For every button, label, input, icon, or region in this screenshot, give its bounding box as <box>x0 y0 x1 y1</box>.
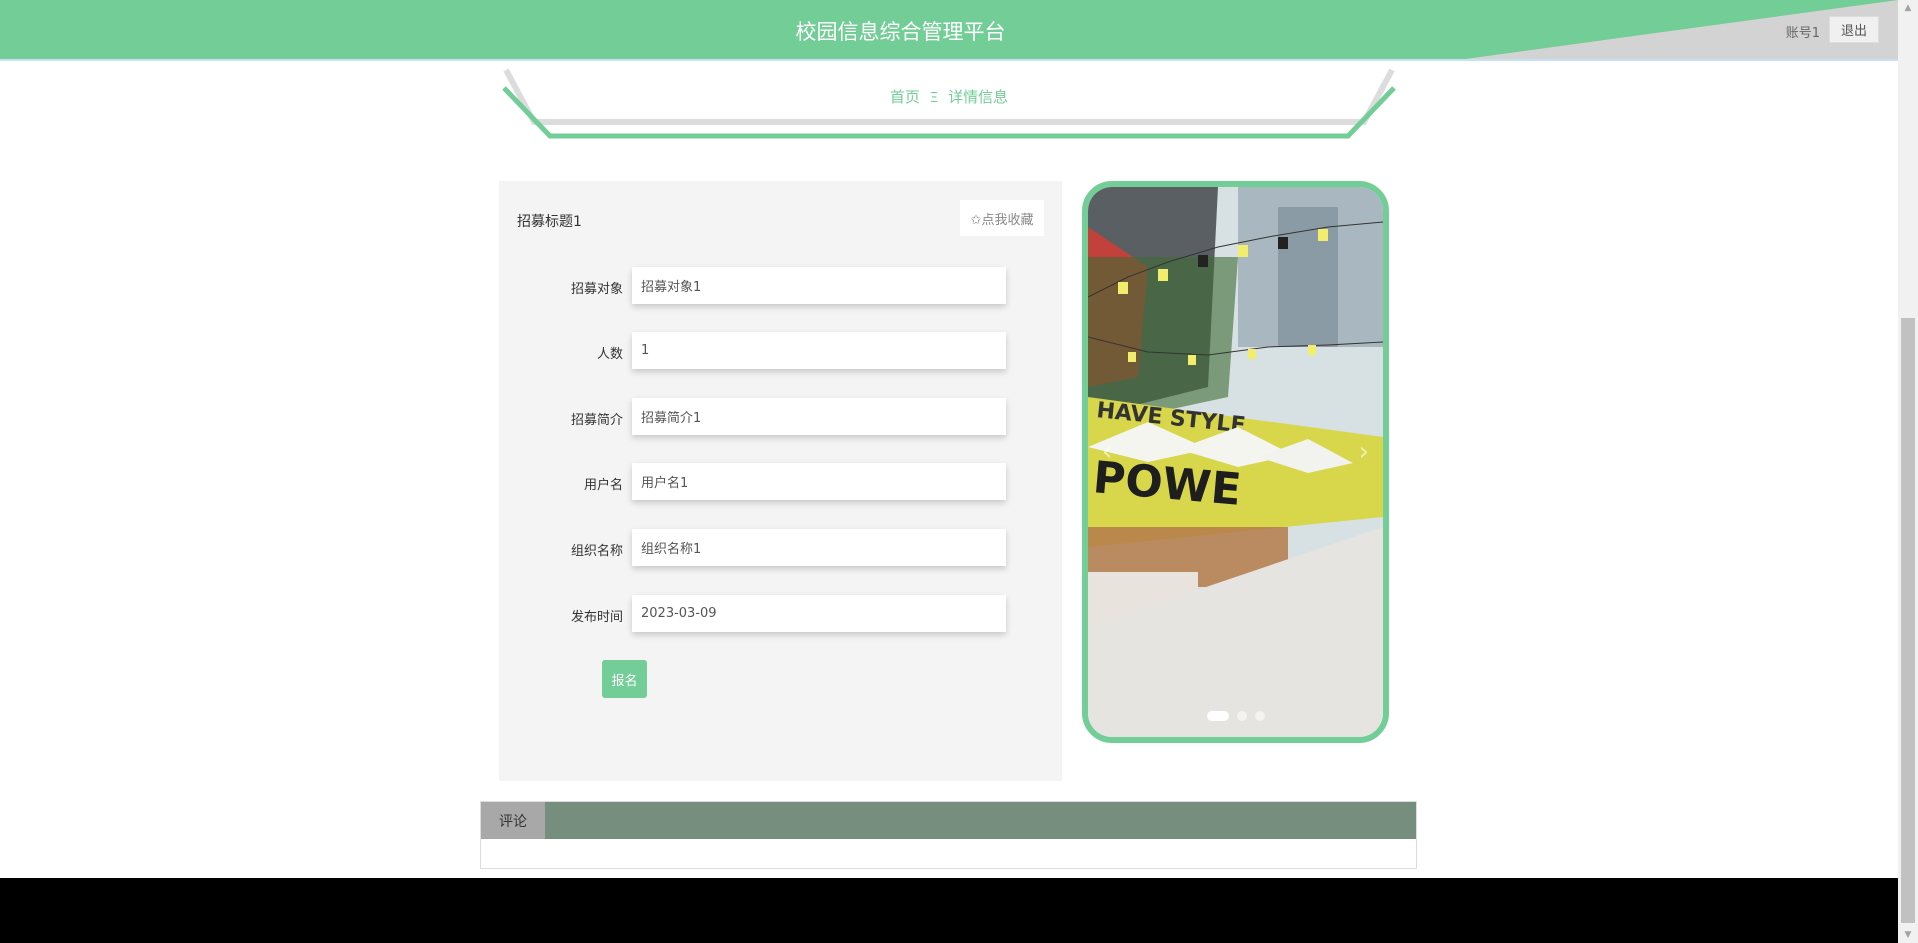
logout-button[interactable]: 退出 <box>1829 16 1879 43</box>
tab-comments[interactable]: 评论 <box>481 802 545 839</box>
scroll-down-icon[interactable]: ▼ <box>1898 927 1918 943</box>
carousel-photo: HAVE STYLE POWE <box>1088 187 1383 737</box>
field-label: 人数 <box>596 347 623 362</box>
field-username: 用户名 用户名1 <box>499 463 1009 500</box>
page-footer <box>0 878 1898 943</box>
field-org: 组织名称 组织名称1 <box>499 529 1009 566</box>
field-value[interactable]: 招募对象1 <box>632 267 1006 304</box>
carousel-dot[interactable] <box>1206 711 1229 721</box>
breadcrumb: 首页 Ξ 详情信息 <box>498 86 1400 107</box>
carousel-dot[interactable] <box>1254 711 1265 721</box>
field-count: 人数 1 <box>499 332 1009 369</box>
field-value[interactable]: 招募简介1 <box>632 398 1006 435</box>
field-label: 招募对象 <box>570 282 623 297</box>
comments-tab-bar: 评论 <box>481 802 1416 839</box>
field-target: 招募对象 招募对象1 <box>499 267 1009 304</box>
detail-panel: 招募标题1 ✩点我收藏 招募对象 招募对象1 人数 1 招募简介 招募简介1 用… <box>499 181 1062 781</box>
scroll-thumb[interactable] <box>1901 318 1915 923</box>
field-date: 发布时间 2023-03-09 <box>499 595 1009 632</box>
image-carousel[interactable]: HAVE STYLE POWE ‹ › <box>1082 181 1389 743</box>
vertical-scrollbar[interactable]: ▲ ▼ <box>1898 0 1918 943</box>
top-header: 校园信息综合管理平台 账号1 退出 <box>0 0 1898 60</box>
field-value[interactable]: 组织名称1 <box>632 529 1006 566</box>
signup-button[interactable]: 报名 <box>602 660 647 698</box>
breadcrumb-current: 详情信息 <box>948 88 1009 106</box>
field-value[interactable]: 1 <box>632 332 1006 369</box>
field-label: 招募简介 <box>570 413 623 428</box>
field-label: 发布时间 <box>570 610 623 625</box>
site-title: 校园信息综合管理平台 <box>795 20 1006 44</box>
comments-section: 评论 <box>480 801 1417 869</box>
breadcrumb-separator: Ξ <box>929 91 939 106</box>
carousel-indicators <box>1088 711 1383 721</box>
field-value[interactable]: 用户名1 <box>632 463 1006 500</box>
carousel-next-icon[interactable]: › <box>1359 437 1369 467</box>
field-label: 用户名 <box>583 478 623 493</box>
carousel-dot[interactable] <box>1236 711 1247 721</box>
header-divider <box>0 59 1898 61</box>
field-label: 组织名称 <box>570 544 623 559</box>
field-intro: 招募简介 招募简介1 <box>499 398 1009 435</box>
breadcrumb-home[interactable]: 首页 <box>890 88 920 106</box>
scroll-up-icon[interactable]: ▲ <box>1898 0 1918 16</box>
collect-button[interactable]: ✩点我收藏 <box>960 200 1044 236</box>
breadcrumb-banner: 首页 Ξ 详情信息 <box>498 68 1400 142</box>
account-name[interactable]: 账号1 <box>1786 22 1820 41</box>
field-value[interactable]: 2023-03-09 <box>632 595 1006 632</box>
recruit-title: 招募标题1 <box>517 214 582 230</box>
carousel-prev-icon[interactable]: ‹ <box>1102 437 1112 467</box>
